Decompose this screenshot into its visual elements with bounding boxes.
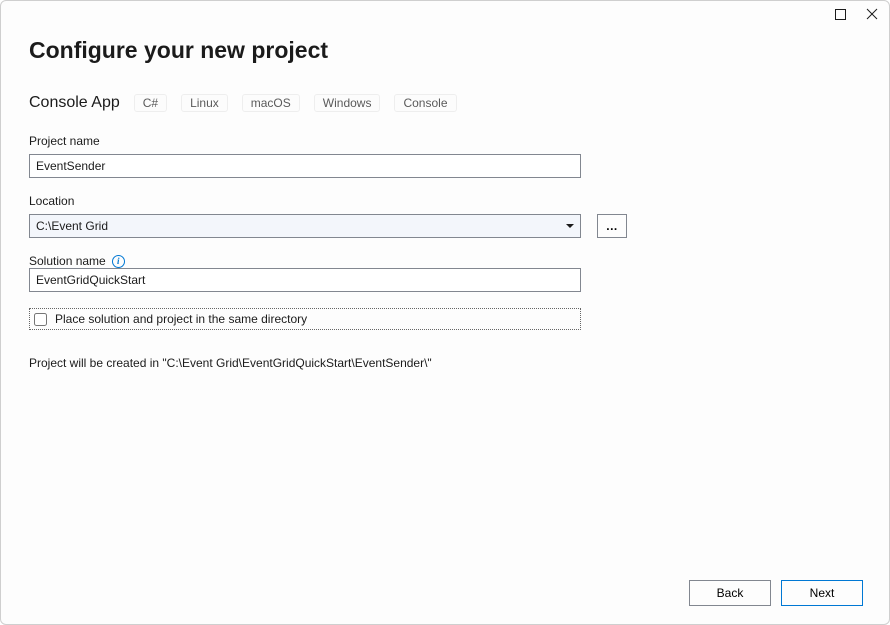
info-icon[interactable]: i xyxy=(112,255,125,268)
location-label: Location xyxy=(29,194,861,208)
content-area: Configure your new project Console App C… xyxy=(1,1,889,370)
project-name-block: Project name xyxy=(29,134,861,178)
chevron-down-icon xyxy=(566,224,574,228)
configure-project-window: Configure your new project Console App C… xyxy=(0,0,890,625)
location-combo[interactable]: C:\Event Grid xyxy=(29,214,581,238)
next-button[interactable]: Next xyxy=(781,580,863,606)
solution-name-label-row: Solution name i xyxy=(29,254,861,268)
footer-buttons: Back Next xyxy=(689,580,863,606)
tag-csharp: C# xyxy=(134,94,167,112)
tag-linux: Linux xyxy=(181,94,228,112)
window-controls xyxy=(833,7,879,21)
same-directory-checkbox[interactable] xyxy=(34,313,47,326)
template-row: Console App C# Linux macOS Windows Conso… xyxy=(29,94,861,112)
solution-name-input[interactable] xyxy=(29,268,581,292)
template-name: Console App xyxy=(29,94,120,112)
tag-windows: Windows xyxy=(314,94,381,112)
solution-name-block: Solution name i xyxy=(29,254,861,292)
project-name-input[interactable] xyxy=(29,154,581,178)
same-directory-label[interactable]: Place solution and project in the same d… xyxy=(55,312,307,326)
maximize-icon[interactable] xyxy=(833,7,847,21)
back-button[interactable]: Back xyxy=(689,580,771,606)
same-directory-row[interactable]: Place solution and project in the same d… xyxy=(29,308,581,330)
browse-button[interactable]: ... xyxy=(597,214,627,238)
solution-name-label: Solution name xyxy=(29,254,106,268)
page-title: Configure your new project xyxy=(29,37,861,64)
project-name-label: Project name xyxy=(29,134,861,148)
project-path-summary: Project will be created in "C:\Event Gri… xyxy=(29,356,861,370)
close-icon[interactable] xyxy=(865,7,879,21)
location-block: Location C:\Event Grid ... xyxy=(29,194,861,238)
tag-console: Console xyxy=(394,94,456,112)
tag-macos: macOS xyxy=(242,94,300,112)
location-value: C:\Event Grid xyxy=(36,219,108,233)
location-row: C:\Event Grid ... xyxy=(29,214,861,238)
